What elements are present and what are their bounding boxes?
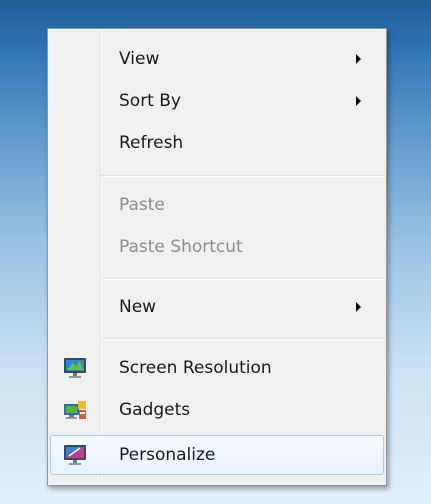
gadgets-icon bbox=[63, 399, 87, 421]
menu-item-paste: Paste bbox=[50, 185, 384, 225]
submenu-arrow-icon bbox=[356, 96, 361, 106]
menu-item-sort-by[interactable]: Sort By bbox=[50, 81, 384, 121]
menu-item-personalize[interactable]: Personalize bbox=[50, 435, 384, 475]
menu-item-label: Sort By bbox=[119, 91, 181, 111]
menu-item-label: Screen Resolution bbox=[119, 358, 272, 378]
menu-item-label: View bbox=[119, 49, 160, 69]
submenu-arrow-icon bbox=[356, 54, 361, 64]
menu-item-label: Paste Shortcut bbox=[119, 237, 243, 257]
menu-item-label: Personalize bbox=[119, 445, 216, 465]
submenu-arrow-icon bbox=[356, 302, 361, 312]
menu-item-view[interactable]: View bbox=[50, 39, 384, 79]
menu-item-paste-shortcut: Paste Shortcut bbox=[50, 227, 384, 267]
menu-separator bbox=[101, 278, 384, 280]
menu-item-label: Paste bbox=[119, 195, 165, 215]
menu-separator bbox=[101, 175, 384, 177]
monitor-resolution-icon bbox=[63, 357, 87, 379]
menu-item-new[interactable]: New bbox=[50, 287, 384, 327]
menu-item-label: Refresh bbox=[119, 133, 184, 153]
personalize-icon bbox=[63, 444, 87, 466]
menu-item-refresh[interactable]: Refresh bbox=[50, 123, 384, 163]
menu-item-label: New bbox=[119, 297, 157, 317]
desktop-context-menu: View Sort By Refresh Paste Paste Shortcu… bbox=[47, 28, 387, 486]
menu-item-gadgets[interactable]: Gadgets bbox=[50, 390, 384, 430]
menu-item-screen-resolution[interactable]: Screen Resolution bbox=[50, 348, 384, 388]
menu-separator bbox=[101, 338, 384, 340]
menu-item-label: Gadgets bbox=[119, 400, 191, 420]
